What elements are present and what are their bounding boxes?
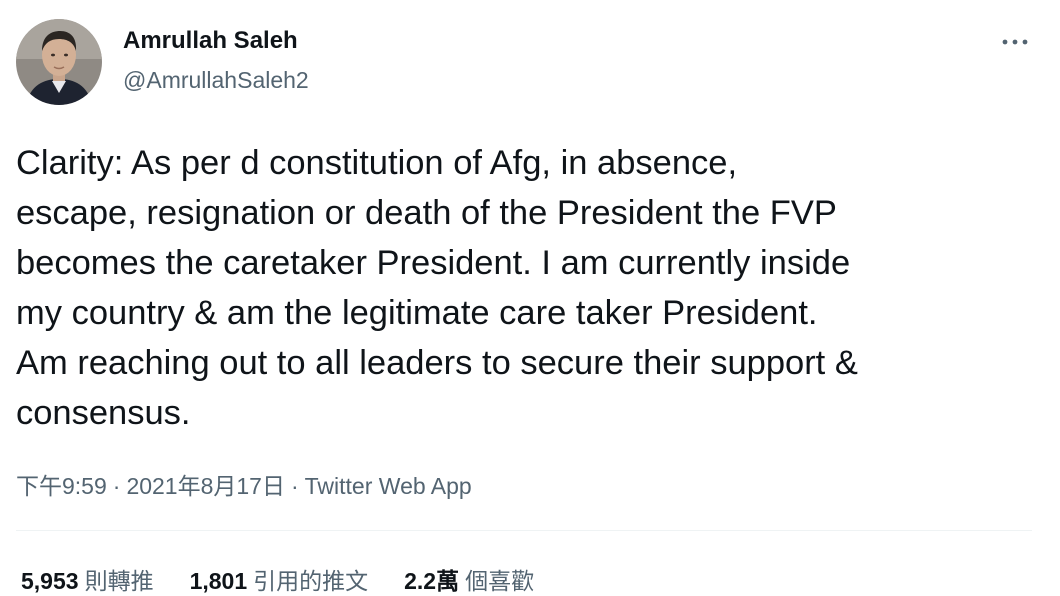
- retweets-label: 則轉推: [84, 568, 154, 594]
- tweet-date[interactable]: 2021年8月17日: [126, 473, 285, 499]
- retweets-stat[interactable]: 5,953 則轉推: [21, 562, 154, 596]
- engagement-stats: 5,953 則轉推 1,801 引用的推文 2.2萬 個喜歡: [21, 562, 534, 596]
- likes-count: 2.2萬: [404, 568, 460, 594]
- retweets-count: 5,953: [21, 568, 79, 594]
- author-name[interactable]: Amrullah Saleh: [123, 27, 298, 55]
- tweet-text-line: consensus.: [16, 394, 191, 432]
- tweet-text-line: Am reaching out to all leaders to secure…: [16, 344, 858, 382]
- tweet-text: Clarity: As per d constitution of Afg, i…: [16, 138, 1046, 438]
- tweet-source-link[interactable]: Twitter Web App: [305, 473, 472, 499]
- tweet-text-line: escape, resignation or death of the Pres…: [16, 194, 837, 232]
- quote-tweets-count: 1,801: [189, 568, 248, 594]
- meta-separator: ·: [112, 473, 121, 499]
- more-horizontal-dots-icon: [1002, 39, 1028, 45]
- tweet-text-line: my country & am the legitimate care take…: [16, 294, 818, 332]
- quote-tweets-label: 引用的推文: [253, 568, 369, 594]
- avatar-image: [16, 19, 102, 105]
- tweet-time[interactable]: 下午9:59: [16, 473, 107, 499]
- more-options-button[interactable]: [998, 30, 1032, 54]
- tweet-metadata: 下午9:59 · 2021年8月17日 · Twitter Web App: [16, 467, 472, 501]
- tweet-card: Amrullah Saleh @AmrullahSaleh2 Clarity: …: [0, 0, 1060, 596]
- quote-tweets-stat[interactable]: 1,801 引用的推文: [190, 562, 369, 596]
- divider: [16, 530, 1032, 531]
- tweet-text-line: Clarity: As per d constitution of Afg, i…: [16, 144, 738, 182]
- author-handle[interactable]: @AmrullahSaleh2: [123, 67, 309, 94]
- likes-stat[interactable]: 2.2萬 個喜歡: [404, 562, 534, 596]
- avatar[interactable]: [16, 19, 102, 105]
- meta-separator: ·: [290, 473, 299, 499]
- likes-label: 個喜歡: [465, 568, 535, 594]
- tweet-text-line: becomes the caretaker President. I am cu…: [16, 244, 851, 282]
